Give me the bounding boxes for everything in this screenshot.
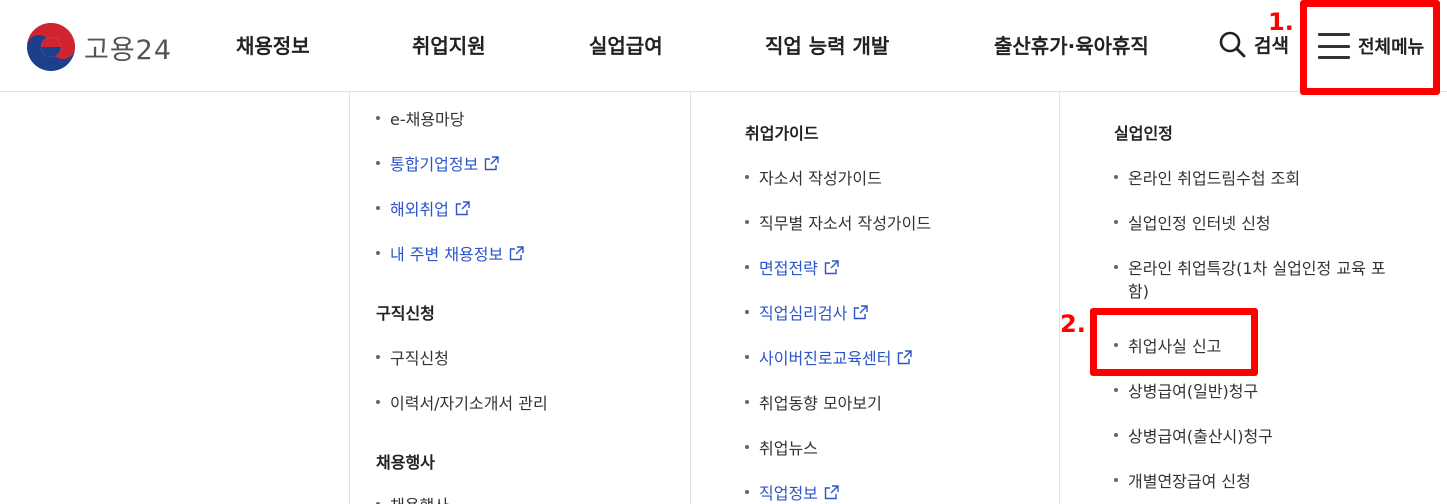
taegeuk-logo-icon <box>27 23 75 71</box>
external-link-icon <box>824 259 839 274</box>
annotation-number-2: 2. <box>1060 310 1086 338</box>
external-link-icon <box>854 304 869 319</box>
menu-item-employment-trends[interactable]: 취업동향 모아보기 <box>745 390 882 414</box>
menu-item-online-lecture[interactable]: 온라인 취업특강(1차 실업인정 교육 포 <box>1114 255 1386 279</box>
menu-column-employment-support: 취업가이드 자소서 작성가이드 직무별 자소서 작성가이드 면접전략 직업심리검… <box>745 92 1045 504</box>
menu-item-e-recruit[interactable]: e-채용마당 <box>376 106 465 130</box>
column-divider <box>349 92 350 504</box>
logo-text: 고용24 <box>84 34 173 66</box>
annotation-number-1: 1. <box>1268 8 1294 36</box>
menu-item-cyber-career-center[interactable]: 사이버진로교육센터 <box>745 345 913 369</box>
menu-item-aptitude-test[interactable]: 직업심리검사 <box>745 300 869 324</box>
annotation-box-employment-report <box>1090 308 1258 376</box>
external-link-icon <box>898 349 913 364</box>
nav-item-employment-support[interactable]: 취업지원 <box>412 30 486 59</box>
menu-item-job-fair[interactable]: 채용행사 <box>376 492 449 504</box>
menu-item-nearby-jobs[interactable]: 내 주변 채용정보 <box>376 241 524 265</box>
menu-column-jobs: e-채용마당 통합기업정보 해외취업 내 주변 채용정보 구직신청 구직신청 이… <box>376 92 676 504</box>
menu-item-cover-letter-guide[interactable]: 자소서 작성가이드 <box>745 165 882 189</box>
menu-item-overseas-jobs[interactable]: 해외취업 <box>376 196 470 220</box>
menu-item-online-lecture-wrap: 함) <box>1128 282 1149 301</box>
external-link-icon <box>510 245 524 260</box>
menu-item-sickness-benefit-birth[interactable]: 상병급여(출산시)청구 <box>1114 423 1273 447</box>
nav-item-jobs[interactable]: 채용정보 <box>236 30 310 59</box>
section-title-unemployment-recognition: 실업인정 <box>1114 124 1173 143</box>
menu-item-job-cover-letter-guide[interactable]: 직무별 자소서 작성가이드 <box>745 210 931 234</box>
menu-item-job-seeking[interactable]: 구직신청 <box>376 345 449 369</box>
column-divider <box>1059 92 1060 504</box>
menu-item-employment-news[interactable]: 취업뉴스 <box>745 435 818 459</box>
site-logo[interactable]: 고용24 <box>26 22 172 72</box>
nav-item-parental-leave[interactable]: 출산휴가·육아휴직 <box>994 30 1149 59</box>
site-header: 고용24 채용정보 취업지원 실업급여 직업 능력 개발 출산휴가·육아휴직 검… <box>0 0 1447 92</box>
column-divider <box>690 92 691 504</box>
external-link-icon <box>455 200 470 215</box>
menu-item-resume-manage[interactable]: 이력서/자기소개서 관리 <box>376 390 548 414</box>
external-link-icon <box>824 484 839 499</box>
menu-item-company-info[interactable]: 통합기업정보 <box>376 151 500 175</box>
annotation-box-all-menu <box>1300 0 1440 95</box>
menu-item-dream-notebook[interactable]: 온라인 취업드림수첩 조회 <box>1114 165 1300 189</box>
menu-column-unemployment-benefit: 실업인정 온라인 취업드림수첩 조회 실업인정 인터넷 신청 온라인 취업특강(… <box>1114 92 1434 504</box>
nav-item-unemployment-benefit[interactable]: 실업급여 <box>589 30 663 59</box>
section-title-job-fair: 채용행사 <box>376 453 435 472</box>
nav-item-job-skills[interactable]: 직업 능력 개발 <box>765 30 889 59</box>
menu-item-interview-strategy[interactable]: 면접전략 <box>745 255 839 279</box>
menu-item-sickness-benefit[interactable]: 상병급여(일반)청구 <box>1114 378 1258 402</box>
menu-item-extended-benefit[interactable]: 개별연장급여 신청 <box>1114 468 1251 492</box>
search-icon <box>1219 31 1246 58</box>
menu-item-job-info[interactable]: 직업정보 <box>745 480 839 504</box>
section-title-job-seeking: 구직신청 <box>376 304 435 323</box>
external-link-icon <box>485 155 500 170</box>
section-title-job-guide: 취업가이드 <box>745 124 819 143</box>
menu-item-recognition-apply[interactable]: 실업인정 인터넷 신청 <box>1114 210 1271 234</box>
